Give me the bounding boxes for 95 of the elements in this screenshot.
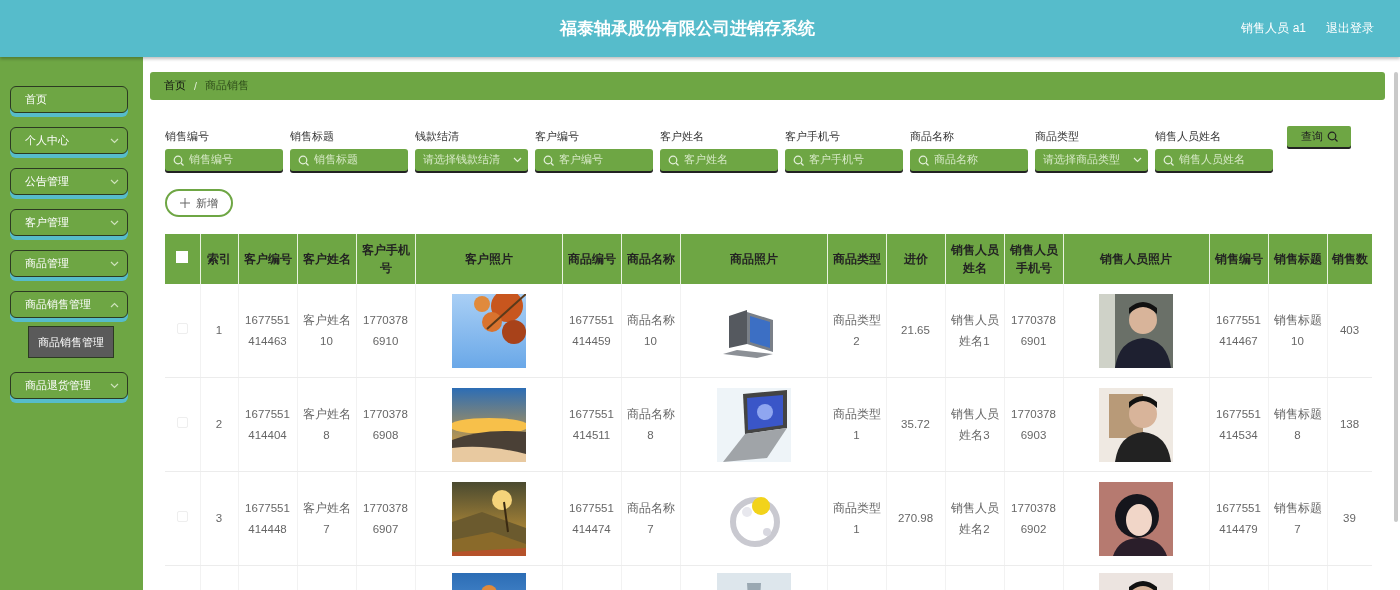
search-field[interactable]: 销售人员姓名 <box>1155 149 1273 171</box>
table-cell: 1 <box>200 284 238 378</box>
column-header: 进价 <box>886 234 945 284</box>
table-cell: 35.72 <box>886 377 945 472</box>
search-icon <box>918 154 929 166</box>
column-header: 销售人员照片 <box>1063 234 1209 284</box>
column-header: 客户编号 <box>238 234 297 284</box>
table-cell: 1677551414404 <box>238 377 297 472</box>
table-cell: 3 <box>200 471 238 566</box>
logout-link[interactable]: 退出登录 <box>1326 20 1374 37</box>
table-cell: 销售人员姓名3 <box>945 377 1004 472</box>
field-label: 客户手机号 <box>785 129 841 143</box>
search-field[interactable]: 商品名称 <box>910 149 1028 171</box>
search-field[interactable]: 销售标题 <box>290 149 408 171</box>
search-icon <box>543 154 554 166</box>
breadcrumb-link[interactable]: 商品销售 <box>204 79 249 93</box>
table-cell: 39 <box>1327 471 1372 566</box>
field-label: 客户编号 <box>535 129 580 143</box>
table-cell: 商品名称8 <box>621 377 680 472</box>
select-field[interactable]: 请选择商品类型 <box>1035 149 1148 171</box>
table-cell: 商品类型1 <box>827 377 886 472</box>
table-cell: 138 <box>1327 377 1372 472</box>
breadcrumb-separator: / <box>194 80 197 92</box>
table-cell: 403 <box>1327 284 1372 378</box>
field-label: 客户姓名 <box>660 129 705 143</box>
search-icon <box>668 154 679 166</box>
table-cell: 17703786907 <box>356 471 415 566</box>
table-cell: 1677551414474 <box>562 471 621 566</box>
table-cell: 客户姓名7 <box>297 471 356 566</box>
field-label: 钱款结清 <box>415 129 460 143</box>
chevron-down-icon <box>513 157 522 163</box>
field-label: 销售编号 <box>165 129 210 143</box>
plus-icon <box>180 198 190 208</box>
table-cell: 商品名称7 <box>621 471 680 566</box>
search-field[interactable]: 客户编号 <box>535 149 653 171</box>
select-field[interactable]: 请选择钱款结清 <box>415 149 528 171</box>
search-icon <box>1163 154 1174 166</box>
table-cell: 17703786908 <box>356 377 415 472</box>
column-header: 商品名称 <box>621 234 680 284</box>
column-header: 客户姓名 <box>297 234 356 284</box>
table-cell: 270.98 <box>886 471 945 566</box>
column-header: 索引 <box>200 234 238 284</box>
column-header: 商品照片 <box>680 234 827 284</box>
field-label: 商品类型 <box>1035 129 1080 143</box>
field-label: 销售人员姓名 <box>1155 129 1222 143</box>
column-header: 销售编号 <box>1209 234 1268 284</box>
table-cell: 销售标题8 <box>1268 377 1327 472</box>
search-icon <box>793 154 804 166</box>
app-title: 福泰轴承股份有限公司进销存系统 <box>559 18 815 40</box>
column-header: 客户手机号 <box>356 234 415 284</box>
table-cell: 客户姓名10 <box>297 284 356 378</box>
table-cell: 1677551414459 <box>562 284 621 378</box>
column-header: 商品编号 <box>562 234 621 284</box>
field-label: 销售标题 <box>290 129 335 143</box>
table-cell: 商品类型2 <box>827 284 886 378</box>
table-cell: 17703786902 <box>1004 471 1063 566</box>
breadcrumb-link[interactable]: 首页 <box>164 79 186 93</box>
search-field[interactable]: 客户姓名 <box>660 149 778 171</box>
table-cell: 17703786910 <box>356 284 415 378</box>
column-header: 销售人员姓名 <box>945 234 1004 284</box>
table-cell: 客户姓名8 <box>297 377 356 472</box>
chevron-down-icon <box>1133 157 1142 163</box>
add-button[interactable]: 新增 <box>165 189 233 217</box>
scrollbar[interactable] <box>1394 72 1398 522</box>
search-icon <box>1326 131 1338 142</box>
table-cell: 2 <box>200 377 238 472</box>
query-button[interactable]: 查询 <box>1287 126 1351 147</box>
user-label: 销售人员 a1 <box>1241 20 1306 37</box>
column-header: 销售数 <box>1327 234 1372 284</box>
search-field[interactable]: 客户手机号 <box>785 149 903 171</box>
table-cell: 销售标题10 <box>1268 284 1327 378</box>
table-cell: 商品名称10 <box>621 284 680 378</box>
table-cell: 1677551414448 <box>238 471 297 566</box>
search-icon <box>173 154 184 166</box>
search-icon <box>298 154 309 166</box>
submenu-item[interactable]: 商品销售管理 <box>28 326 114 358</box>
table-cell: 1677551414511 <box>562 377 621 472</box>
table-cell: 1677551414463 <box>238 284 297 378</box>
column-header: 销售标题 <box>1268 234 1327 284</box>
table-cell: 17703786901 <box>1004 284 1063 378</box>
column-header: 客户照片 <box>415 234 562 284</box>
table-cell: 销售人员姓名1 <box>945 284 1004 378</box>
column-header: 销售人员手机号 <box>1004 234 1063 284</box>
field-label: 商品名称 <box>910 129 955 143</box>
table-cell: 销售标题7 <box>1268 471 1327 566</box>
table-cell: 1677551414534 <box>1209 377 1268 472</box>
table-cell: 1677551414479 <box>1209 471 1268 566</box>
table-cell: 21.65 <box>886 284 945 378</box>
search-field[interactable]: 销售编号 <box>165 149 283 171</box>
column-header: 商品类型 <box>827 234 886 284</box>
table-cell: 商品类型1 <box>827 471 886 566</box>
table-cell: 销售人员姓名2 <box>945 471 1004 566</box>
table-cell: 1677551414467 <box>1209 284 1268 378</box>
select-all-checkbox[interactable] <box>176 251 189 263</box>
table-cell: 17703786903 <box>1004 377 1063 472</box>
